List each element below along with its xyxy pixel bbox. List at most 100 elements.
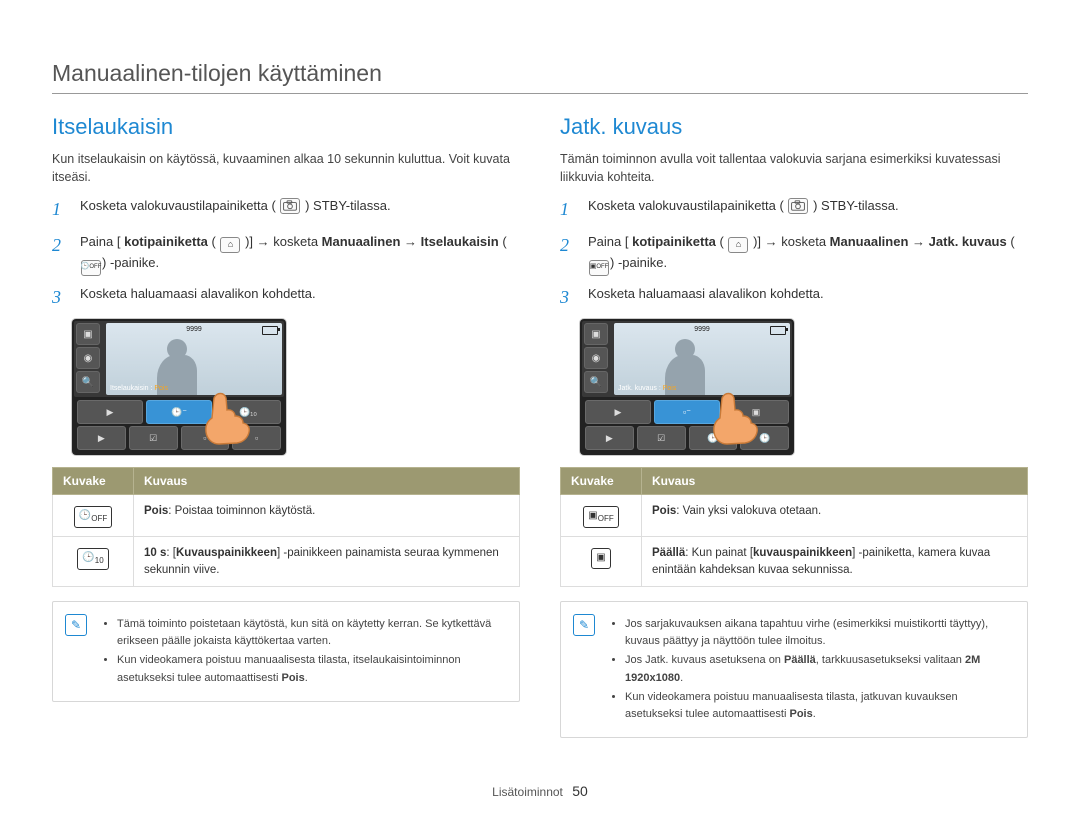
text-bold: Pois xyxy=(144,505,168,517)
zoom-icon: 🔍 xyxy=(76,371,100,393)
footer-label: Lisätoiminnot xyxy=(492,785,563,799)
camera-screenshot-left: ▣ ◉ 🔍 9999 Itselaukaisin : Pois ▶ xyxy=(72,319,286,455)
note-icon: ✎ xyxy=(65,614,87,636)
text: : Vain yksi valokuva otetaan. xyxy=(676,505,821,517)
camera-icon: ◉ xyxy=(584,347,608,369)
text-bold: Kuvauspainikkeen xyxy=(176,547,277,559)
burst-off-icon: ▣OFF xyxy=(589,260,609,276)
mode-icon: ▣ xyxy=(584,323,608,345)
text: → xyxy=(404,234,421,249)
overlay-label: Itselaukaisin : Pois xyxy=(110,385,168,392)
intro-text-left: Kun itselaukaisin on käytössä, kuvaamine… xyxy=(52,150,520,186)
step-item: 2 Paina [ kotipainiketta ( ⌂ )] → kosket… xyxy=(560,232,1028,275)
note-item: Kun videokamera poistuu manuaalisesta ti… xyxy=(625,689,1011,723)
cell-desc: 10 s: [Kuvauspainikkeen] -painikkeen pai… xyxy=(134,537,520,587)
step-item: 1 Kosketa valokuvaustilapainiketta ( ) S… xyxy=(560,196,1028,224)
cell-icon: ▣ xyxy=(561,537,642,587)
steps-right: 1 Kosketa valokuvaustilapainiketta ( ) S… xyxy=(560,196,1028,311)
zoom-icon: 🔍 xyxy=(584,371,608,393)
battery-icon xyxy=(262,326,278,335)
side-icons: ▣ ◉ 🔍 xyxy=(582,321,612,397)
right-column: Jatk. kuvaus Tämän toiminnon avulla voit… xyxy=(560,112,1028,738)
home-icon: ⌂ xyxy=(220,237,240,253)
overlay-label: Jatk. kuvaus : Pois xyxy=(618,385,676,392)
step-item: 3 Kosketa haluamaasi alavalikon kohdetta… xyxy=(52,284,520,312)
cell-icon: 🕒OFF xyxy=(53,495,134,537)
shot-preview-area: ▣ ◉ 🔍 9999 Jatk. kuvaus : Pois xyxy=(582,321,792,397)
step-item: 3 Kosketa haluamaasi alavalikon kohdetta… xyxy=(560,284,1028,312)
text: Paina [ xyxy=(80,234,120,249)
text-bold: Pois xyxy=(652,505,676,517)
text-bold: 10 s xyxy=(144,547,166,559)
table-row: ▣ Päällä: Kun painat [kuvauspainikkeen] … xyxy=(561,537,1028,587)
page-number: 50 xyxy=(572,783,588,799)
step-number: 1 xyxy=(52,196,68,224)
timer-10-icon: 🕒10 xyxy=(77,548,108,570)
left-column: Itselaukaisin Kun itselaukaisin on käytö… xyxy=(52,112,520,738)
shot-counter: 9999 xyxy=(186,326,202,333)
step-text: Kosketa valokuvaustilapainiketta ( ) STB… xyxy=(588,196,899,224)
camera-icon xyxy=(280,198,300,214)
step-number: 2 xyxy=(52,232,68,275)
text: -painike. xyxy=(618,255,667,270)
burst-on-icon: ▣ xyxy=(591,548,610,569)
step-text: Paina [ kotipainiketta ( ⌂ )] → kosketa … xyxy=(588,232,1028,275)
note-icon: ✎ xyxy=(573,614,595,636)
step-item: 2 Paina [ kotipainiketta ( ⌂ )] → kosket… xyxy=(52,232,520,275)
opt-icon: ▶ xyxy=(585,426,634,450)
battery-icon xyxy=(770,326,786,335)
steps-left: 1 Kosketa valokuvaustilapainiketta ( ) S… xyxy=(52,196,520,311)
text: Kosketa valokuvaustilapainiketta ( xyxy=(588,198,784,213)
text-bold: kotipainiketta xyxy=(632,234,716,249)
note-item: Jos Jatk. kuvaus asetuksena on Päällä, t… xyxy=(625,652,1011,686)
text: : Poistaa toiminnon käytöstä. xyxy=(168,505,315,517)
intro-text-right: Tämän toiminnon avulla voit tallentaa va… xyxy=(560,150,1028,186)
overlay-value: Pois xyxy=(663,385,677,392)
preview: 9999 Jatk. kuvaus : Pois xyxy=(614,323,790,395)
step-number: 3 xyxy=(52,284,68,312)
timer-off-icon: 🕒OFF xyxy=(81,260,101,276)
note-list: Jos sarjakuvauksen aikana tapahtuu virhe… xyxy=(609,614,1011,724)
text-bold: Jatk. kuvaus xyxy=(929,234,1007,249)
camera-icon xyxy=(788,198,808,214)
side-icons: ▣ ◉ 🔍 xyxy=(74,321,104,397)
text-bold: Manuaalinen xyxy=(830,234,909,249)
opt-icon: ▶ xyxy=(77,426,126,450)
overlay-value: Pois xyxy=(154,385,168,392)
cell-icon: 🕒10 xyxy=(53,537,134,587)
text: Kosketa valokuvaustilapainiketta ( xyxy=(80,198,276,213)
shot-counter: 9999 xyxy=(694,326,710,333)
step-item: 1 Kosketa valokuvaustilapainiketta ( ) S… xyxy=(52,196,520,224)
note-item: Tämä toiminto poistetaan käytöstä, kun s… xyxy=(117,616,503,650)
th-desc: Kuvaus xyxy=(642,468,1028,495)
step-number: 3 xyxy=(560,284,576,312)
step-text: Kosketa haluamaasi alavalikon kohdetta. xyxy=(80,284,316,312)
text-bold: Manuaalinen xyxy=(322,234,401,249)
table-row: ▣OFF Pois: Vain yksi valokuva otetaan. xyxy=(561,495,1028,537)
home-icon: ⌂ xyxy=(728,237,748,253)
opt-icon: ☑ xyxy=(637,426,686,450)
text: Paina [ xyxy=(588,234,628,249)
timer-off-icon: 🕒OFF xyxy=(74,506,112,528)
text-bold: Pois xyxy=(789,708,812,720)
text: Itselaukaisin : xyxy=(110,385,154,392)
note-box-left: ✎ Tämä toiminto poistetaan käytöstä, kun… xyxy=(52,601,520,701)
text: )] → kosketa xyxy=(245,234,322,249)
text-bold: Päällä xyxy=(652,547,685,559)
page-footer: Lisätoiminnot 50 xyxy=(0,783,1080,799)
step-number: 1 xyxy=(560,196,576,224)
table-header-row: Kuvake Kuvaus xyxy=(561,468,1028,495)
opt-icon: ☑ xyxy=(129,426,178,450)
step-number: 2 xyxy=(560,232,576,275)
cell-icon: ▣OFF xyxy=(561,495,642,537)
cell-desc: Päällä: Kun painat [kuvauspainikkeen] -p… xyxy=(642,537,1028,587)
preview: 9999 Itselaukaisin : Pois xyxy=(106,323,282,395)
note-list: Tämä toiminto poistetaan käytöstä, kun s… xyxy=(101,614,503,688)
text-bold: Itselaukaisin xyxy=(421,234,499,249)
note-box-right: ✎ Jos sarjakuvauksen aikana tapahtuu vir… xyxy=(560,601,1028,737)
text: Jatk. kuvaus : xyxy=(618,385,663,392)
text: )] → kosketa xyxy=(753,234,830,249)
table-header-row: Kuvake Kuvaus xyxy=(53,468,520,495)
text: : [ xyxy=(166,547,176,559)
text: ) STBY-tilassa. xyxy=(305,198,391,213)
